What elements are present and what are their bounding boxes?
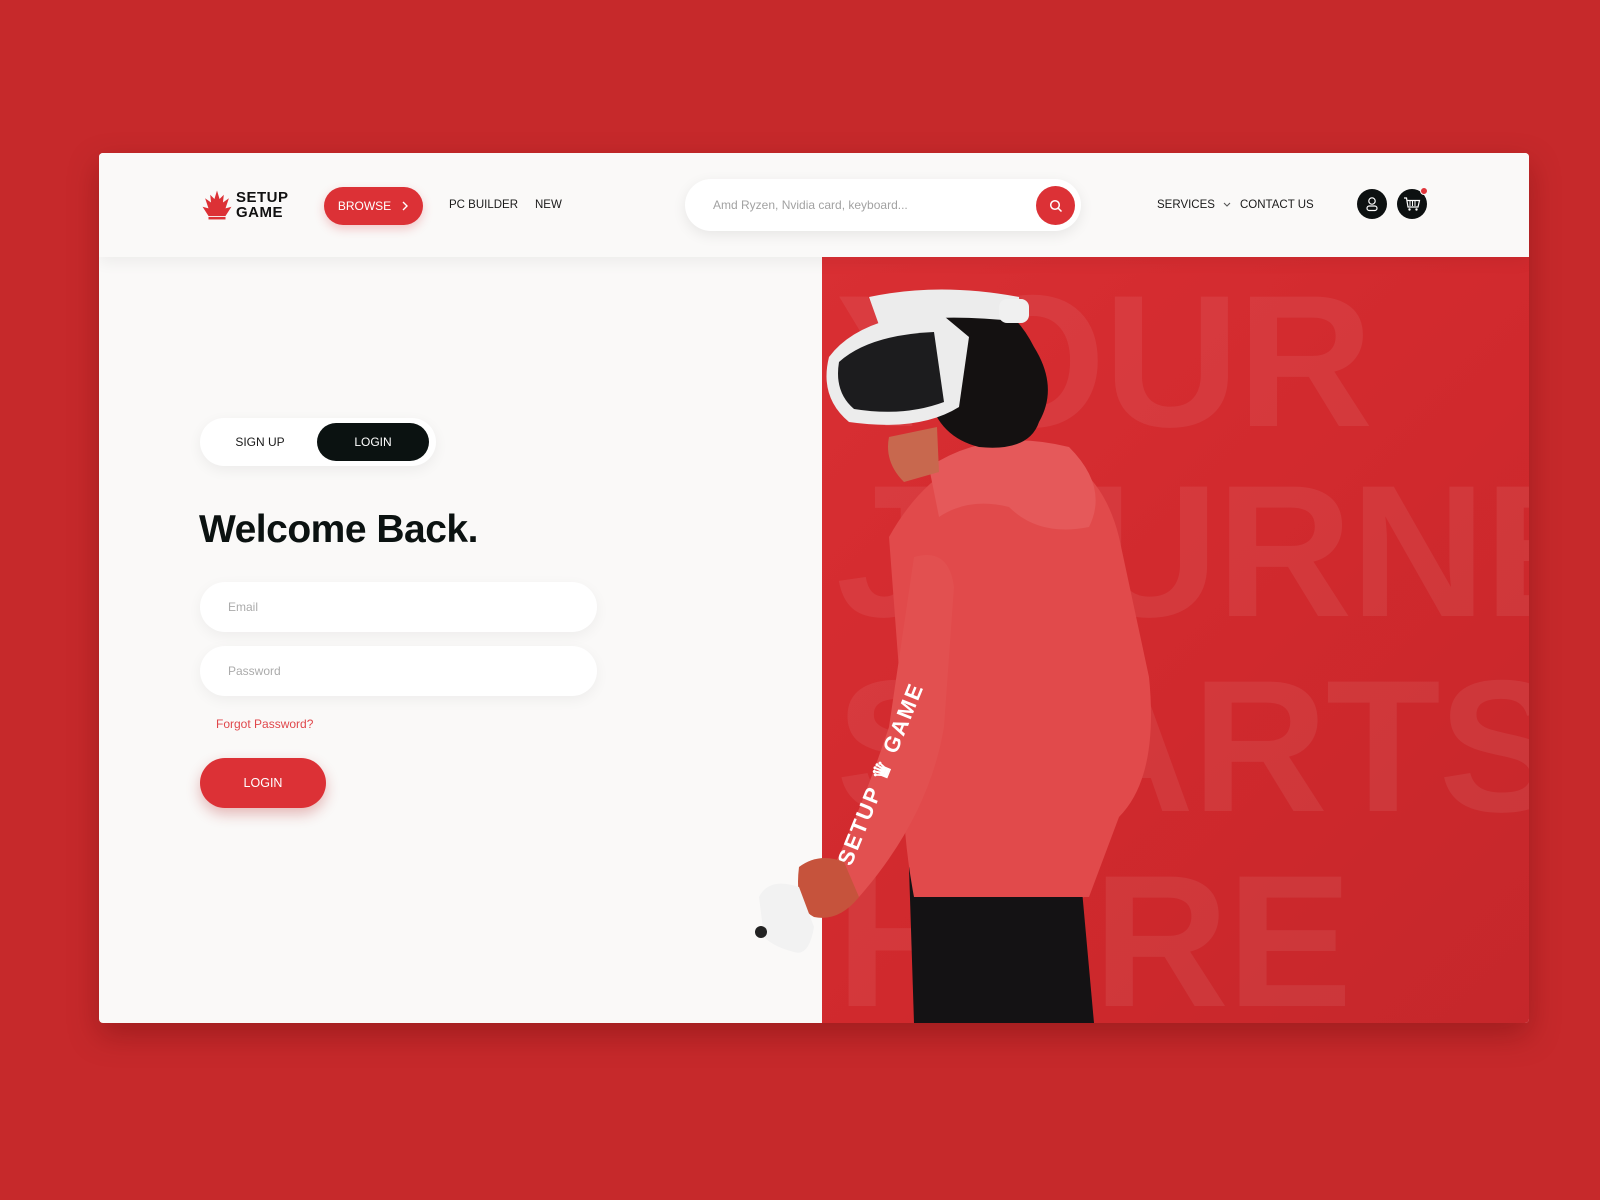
nav-pc-builder[interactable]: PC BUILDER [449,199,518,211]
crown-logo-icon [202,190,232,220]
cart-badge [1420,187,1428,195]
chevron-down-icon [1223,202,1231,207]
search-bar [685,179,1081,231]
auth-tabs: SIGN UP LOGIN [200,418,436,466]
nav-contact-us[interactable]: CONTACT US [1240,199,1314,211]
services-dropdown[interactable]: SERVICES [1157,199,1231,211]
search-button[interactable] [1036,186,1075,225]
search-icon [1049,199,1062,212]
email-field[interactable] [200,582,597,632]
cart-icon [1404,197,1421,211]
logo-wordmark: SETUP GAME [236,190,289,220]
main-card: SETUP GAME BROWSE PC BUILDER NEW SERVICE… [99,153,1529,1023]
search-input[interactable] [713,179,1013,231]
login-submit-button[interactable]: LOGIN [200,758,326,808]
cart-button[interactable] [1397,187,1428,219]
logo-word-setup: SETUP [236,189,289,206]
account-button[interactable] [1357,189,1387,219]
services-label: SERVICES [1157,199,1215,211]
tab-login[interactable]: LOGIN [317,423,429,461]
top-navbar: SETUP GAME BROWSE PC BUILDER NEW SERVICE… [99,153,1529,257]
user-icon [1366,197,1378,212]
hero-person-image: SETUP ♛ GAME [755,289,1151,1023]
tab-sign-up[interactable]: SIGN UP [205,423,315,461]
logo-word-game: GAME [236,204,283,221]
brand-logo[interactable]: SETUP GAME [200,187,298,223]
forgot-password-link[interactable]: Forgot Password? [216,717,313,731]
password-field[interactable] [200,646,597,696]
chevron-right-icon [402,201,409,211]
browse-label: BROWSE [337,199,392,213]
browse-button[interactable]: BROWSE [324,187,423,225]
nav-new[interactable]: NEW [535,199,562,211]
page-title: Welcome Back. [199,508,478,551]
